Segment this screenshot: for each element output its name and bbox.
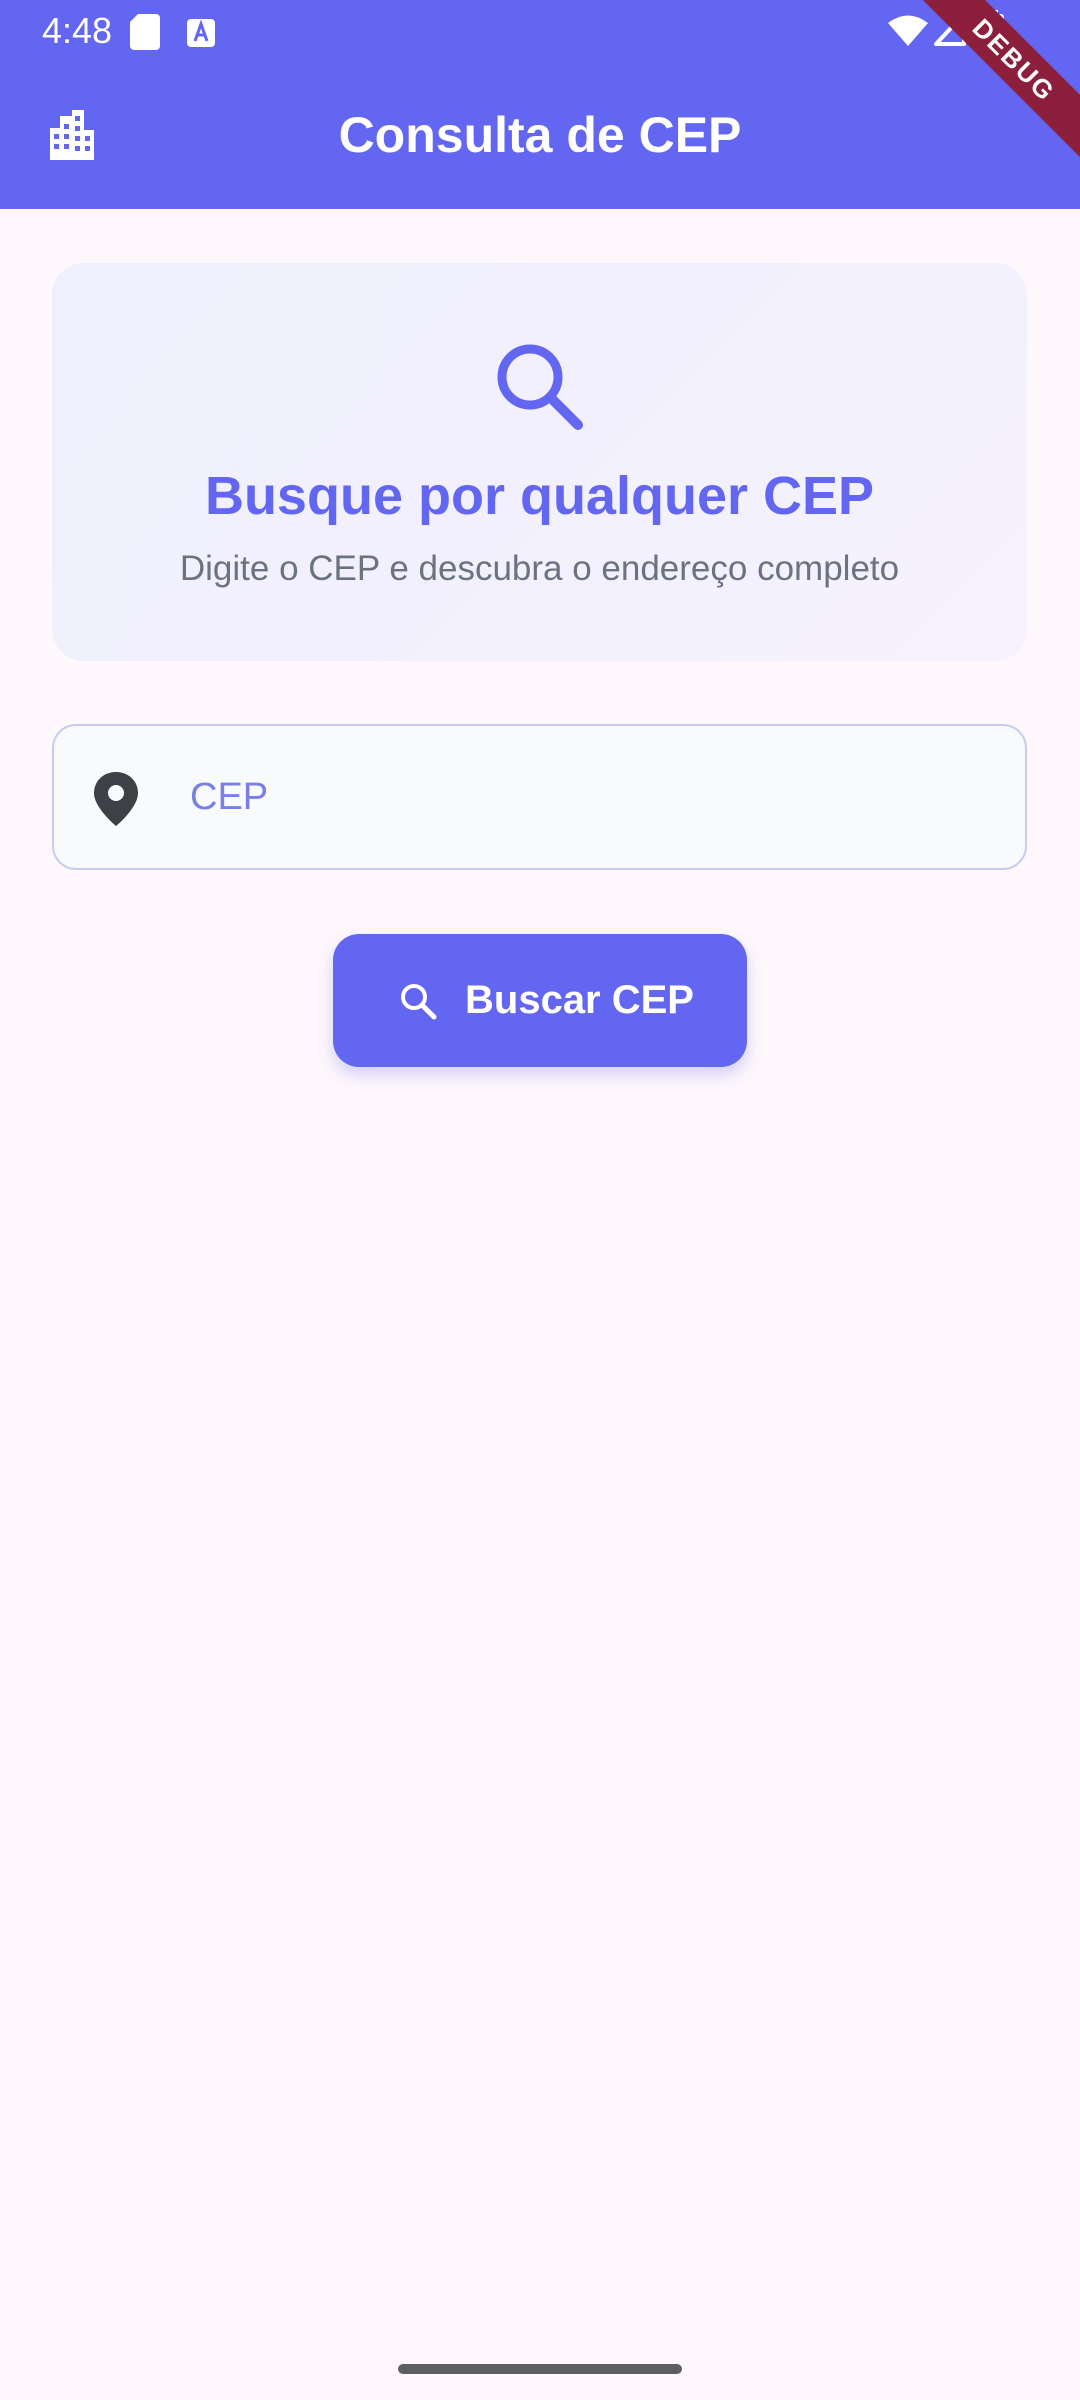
keyboard-a-icon — [187, 19, 215, 47]
search-icon — [497, 344, 583, 430]
wifi-icon — [888, 15, 928, 46]
location-pin-icon — [94, 772, 138, 826]
gesture-bar[interactable] — [398, 2364, 682, 2374]
app-bar: 4:48 DEBUG Consulta de CEP — [0, 0, 1080, 209]
cep-field[interactable] — [52, 724, 1027, 870]
hero-subtitle: Digite o CEP e descubra o endereço compl… — [179, 549, 900, 588]
status-time: 4:48 — [42, 10, 113, 51]
search-button-label: Buscar CEP — [465, 978, 694, 1022]
search-icon — [401, 984, 437, 1020]
sd-card-icon — [130, 14, 160, 50]
page-title: Consulta de CEP — [338, 107, 742, 163]
hero-title: Busque por qualquer CEP — [204, 466, 875, 526]
cep-input[interactable] — [190, 726, 990, 868]
hero-card: Busque por qualquer CEP Digite o CEP e d… — [52, 263, 1027, 661]
search-button[interactable]: Buscar CEP — [333, 934, 747, 1067]
